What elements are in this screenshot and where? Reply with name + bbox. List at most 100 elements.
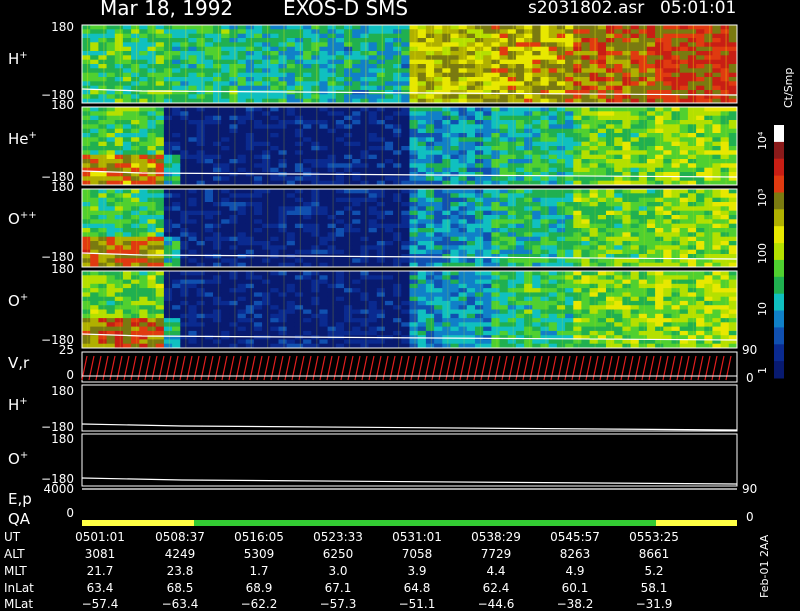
heatmap-cell (311, 245, 320, 251)
heatmap-cell (131, 283, 140, 289)
heatmap-cell (122, 241, 132, 246)
heatmap-cell (581, 258, 591, 264)
heatmap-cell (311, 146, 320, 151)
heatmap-cell (704, 72, 713, 78)
heatmap-cell (286, 236, 296, 242)
heatmap-cell (147, 159, 157, 164)
heatmap-cell (442, 176, 451, 182)
heatmap-cell (270, 202, 279, 207)
heatmap-cell (507, 29, 517, 35)
heatmap-cell (376, 81, 386, 87)
heatmap-cell (393, 228, 402, 233)
heatmap-cell (573, 115, 582, 121)
heatmap-cell (204, 107, 214, 112)
heatmap-cell (352, 38, 361, 43)
heatmap-cell (532, 42, 541, 48)
heatmap-cell (581, 55, 591, 61)
heatmap-cell (327, 72, 337, 78)
heatmap-cell (614, 94, 623, 100)
heatmap-cell (679, 46, 689, 52)
heatmap-cell (221, 249, 230, 255)
heatmap-cell (597, 85, 607, 91)
heatmap-cell (524, 258, 533, 264)
heatmap-cell (434, 51, 443, 56)
heatmap-cell (98, 258, 108, 264)
heatmap-cell (319, 94, 329, 100)
heatmap-cell (573, 219, 582, 225)
heatmap-cell (655, 59, 664, 65)
heatmap-cell (589, 189, 599, 194)
heatmap-cell (270, 223, 279, 229)
heatmap-cell (622, 85, 632, 91)
heatmap-cell (204, 300, 214, 306)
heatmap-cell (352, 241, 361, 246)
heatmap-cell (344, 64, 353, 69)
heatmap-cell (696, 172, 705, 177)
heatmap-cell (425, 111, 435, 117)
heatmap-cell (82, 120, 91, 125)
heatmap-cell (335, 206, 345, 212)
heatmap-cell (139, 326, 148, 332)
heatmap-cell (466, 111, 476, 117)
heatmap-cell (253, 232, 263, 238)
heatmap-cell (696, 249, 705, 255)
heatmap-cell (147, 167, 157, 173)
heatmap-cell (270, 300, 279, 306)
heatmap-cell (376, 236, 386, 242)
heatmap-cell (221, 46, 230, 52)
heatmap-stripe (643, 25, 645, 103)
heatmap-cell (622, 107, 632, 112)
heatmap-cell (712, 193, 722, 199)
heatmap-cell (139, 271, 148, 276)
heatmap-cell (278, 137, 288, 143)
heatmap-cell (122, 215, 132, 220)
heatmap-stripe (119, 25, 121, 103)
heatmap-cell (262, 249, 271, 255)
heatmap-cell (434, 38, 443, 43)
heatmap-cell (360, 141, 370, 147)
heatmap-cell (98, 202, 108, 207)
heatmap-cell (122, 55, 132, 61)
heatmap-cell (286, 202, 296, 207)
heatmap-cell (606, 94, 615, 100)
heatmap-cell (229, 111, 239, 117)
heatmap-cell (515, 94, 525, 100)
heatmap-cell (458, 94, 468, 100)
heatmap-cell (409, 42, 419, 48)
heatmap-cell (172, 279, 181, 285)
heatmap-cell (532, 59, 541, 65)
heatmap-cell (515, 197, 525, 203)
heatmap-cell (565, 85, 574, 91)
heatmap-cell (606, 146, 615, 151)
heatmap-cell (655, 46, 664, 52)
heatmap-cell (450, 33, 460, 39)
heatmap-cell (278, 94, 288, 100)
heatmap-cell (425, 154, 435, 160)
heatmap-cell (90, 219, 99, 225)
heatmap-cell (646, 219, 656, 225)
heatmap-cell (213, 137, 222, 143)
heatmap-cell (106, 288, 116, 293)
heatmap-cell (499, 232, 509, 238)
heatmap-cell (221, 335, 230, 340)
heatmap-cell (671, 249, 681, 255)
heatmap-cell (376, 154, 386, 160)
heatmap-cell (483, 258, 492, 264)
heatmap-cell (499, 42, 509, 48)
heatmap-cell (98, 236, 108, 242)
heatmap-cell (172, 81, 181, 87)
heatmap-cell (188, 193, 198, 199)
heatmap-cell (491, 146, 501, 151)
heatmap-cell (245, 159, 255, 164)
heatmap-cell (475, 189, 484, 194)
heatmap-cell (155, 59, 165, 65)
heatmap-cell (311, 25, 320, 30)
heatmap-cell (327, 245, 337, 251)
heatmap-cell (589, 46, 599, 52)
heatmap-cell (614, 219, 623, 225)
heatmap-cell (245, 64, 255, 69)
heatmap-cell (213, 90, 222, 95)
heatmap-cell (163, 296, 173, 302)
heatmap-cell (696, 107, 705, 112)
heatmap-cell (180, 300, 189, 306)
